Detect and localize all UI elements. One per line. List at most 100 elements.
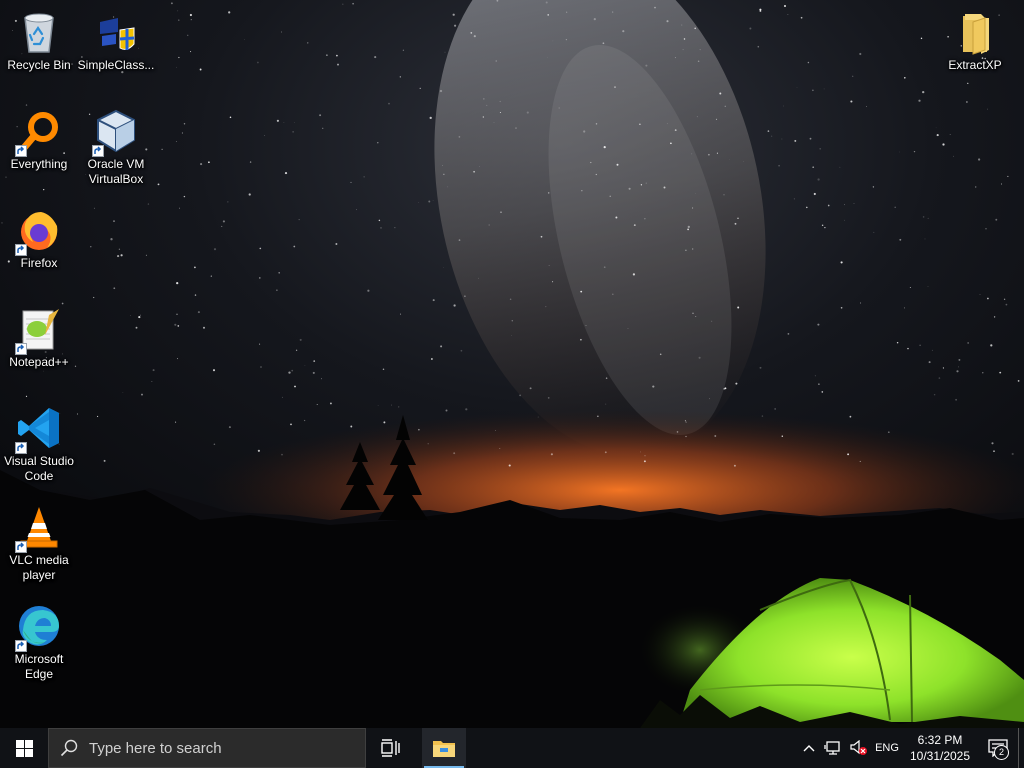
star [566,11,568,13]
star [982,372,984,374]
input-language-indicator[interactable]: ENG [872,728,902,768]
system-tray: ENG 6:32 PM 10/31/2025 2 [798,728,1024,768]
star [581,190,583,192]
action-center-button[interactable]: 2 [978,728,1018,768]
star [264,135,266,136]
windows-logo-icon [15,739,33,757]
star [643,460,646,463]
star [394,227,396,229]
star [337,63,339,66]
desktop-icon-simpleclassic[interactable]: SimpleClass... [77,2,155,73]
star [778,164,780,167]
desktop-icon-everything[interactable]: Everything [0,101,78,172]
star [840,306,843,309]
star [724,105,726,107]
star [447,186,449,188]
shortcut-arrow-icon [15,442,27,454]
star [400,313,402,315]
star [177,358,178,360]
star [283,122,285,124]
star [526,111,529,114]
star [482,97,485,100]
star [93,207,95,209]
star [593,18,596,21]
star [121,255,123,256]
star [259,343,261,345]
star [303,419,306,422]
star [743,161,744,162]
star [248,193,251,196]
desktop-icon-extractxp[interactable]: ExtractXP [936,2,1014,73]
star [157,183,160,186]
star [440,345,443,348]
star [958,358,961,361]
star [759,366,762,369]
desktop-icon-firefox[interactable]: Firefox [0,200,78,271]
star [632,273,636,276]
star [691,153,693,155]
star [724,387,727,390]
star [473,170,475,173]
star [995,218,998,221]
star [545,306,547,308]
desktop-icon-vscode[interactable]: Visual Studio Code [0,398,78,484]
star [723,194,725,196]
star [809,137,812,140]
star [685,435,687,438]
star [907,347,909,350]
star [794,139,797,142]
start-button[interactable] [0,728,48,768]
desktop-icon-virtualbox[interactable]: Oracle VM VirtualBox [77,101,155,187]
desktop-icon-edge[interactable]: Microsoft Edge [0,596,78,682]
star [761,415,764,417]
star [919,344,921,347]
network-status-button[interactable] [820,728,846,768]
star [431,358,433,360]
desktop-icon-vlc[interactable]: VLC media player [0,497,78,583]
clock[interactable]: 6:32 PM 10/31/2025 [902,728,978,768]
desktop-icon-notepadpp[interactable]: Notepad++ [0,299,78,370]
star [979,294,981,295]
star [174,323,177,326]
task-view-button[interactable] [366,728,414,768]
star [103,459,106,462]
star [821,391,824,393]
volume-button[interactable] [846,728,872,768]
desktop-icon-label: Microsoft Edge [14,652,64,681]
star [609,195,611,197]
star [312,371,315,374]
recycle-bin-icon [15,8,63,56]
star [402,49,405,51]
file-explorer-taskbar-button[interactable] [422,728,466,768]
star [991,442,994,445]
star [967,342,969,344]
show-hidden-icons-button[interactable] [798,728,820,768]
star [806,206,808,209]
star [987,297,989,300]
star [872,186,875,188]
star [213,248,217,251]
star [708,153,710,156]
star [179,207,180,209]
star [719,92,722,95]
taskbar-search-box[interactable]: Type here to search [48,728,366,768]
star [145,254,147,256]
star [909,287,911,288]
star [380,227,382,229]
shortcut-arrow-icon [92,145,104,157]
star [920,37,923,40]
star [812,166,815,169]
star [767,130,770,132]
star [853,203,855,205]
star [844,219,845,221]
star [771,135,773,137]
star [927,286,929,287]
star [499,100,501,103]
desktop-icon-recycle-bin[interactable]: Recycle Bin [0,2,78,73]
star [177,325,180,327]
star [603,146,606,149]
show-desktop-button[interactable] [1018,728,1024,768]
star [227,201,229,203]
star [342,3,344,5]
star [847,453,850,456]
